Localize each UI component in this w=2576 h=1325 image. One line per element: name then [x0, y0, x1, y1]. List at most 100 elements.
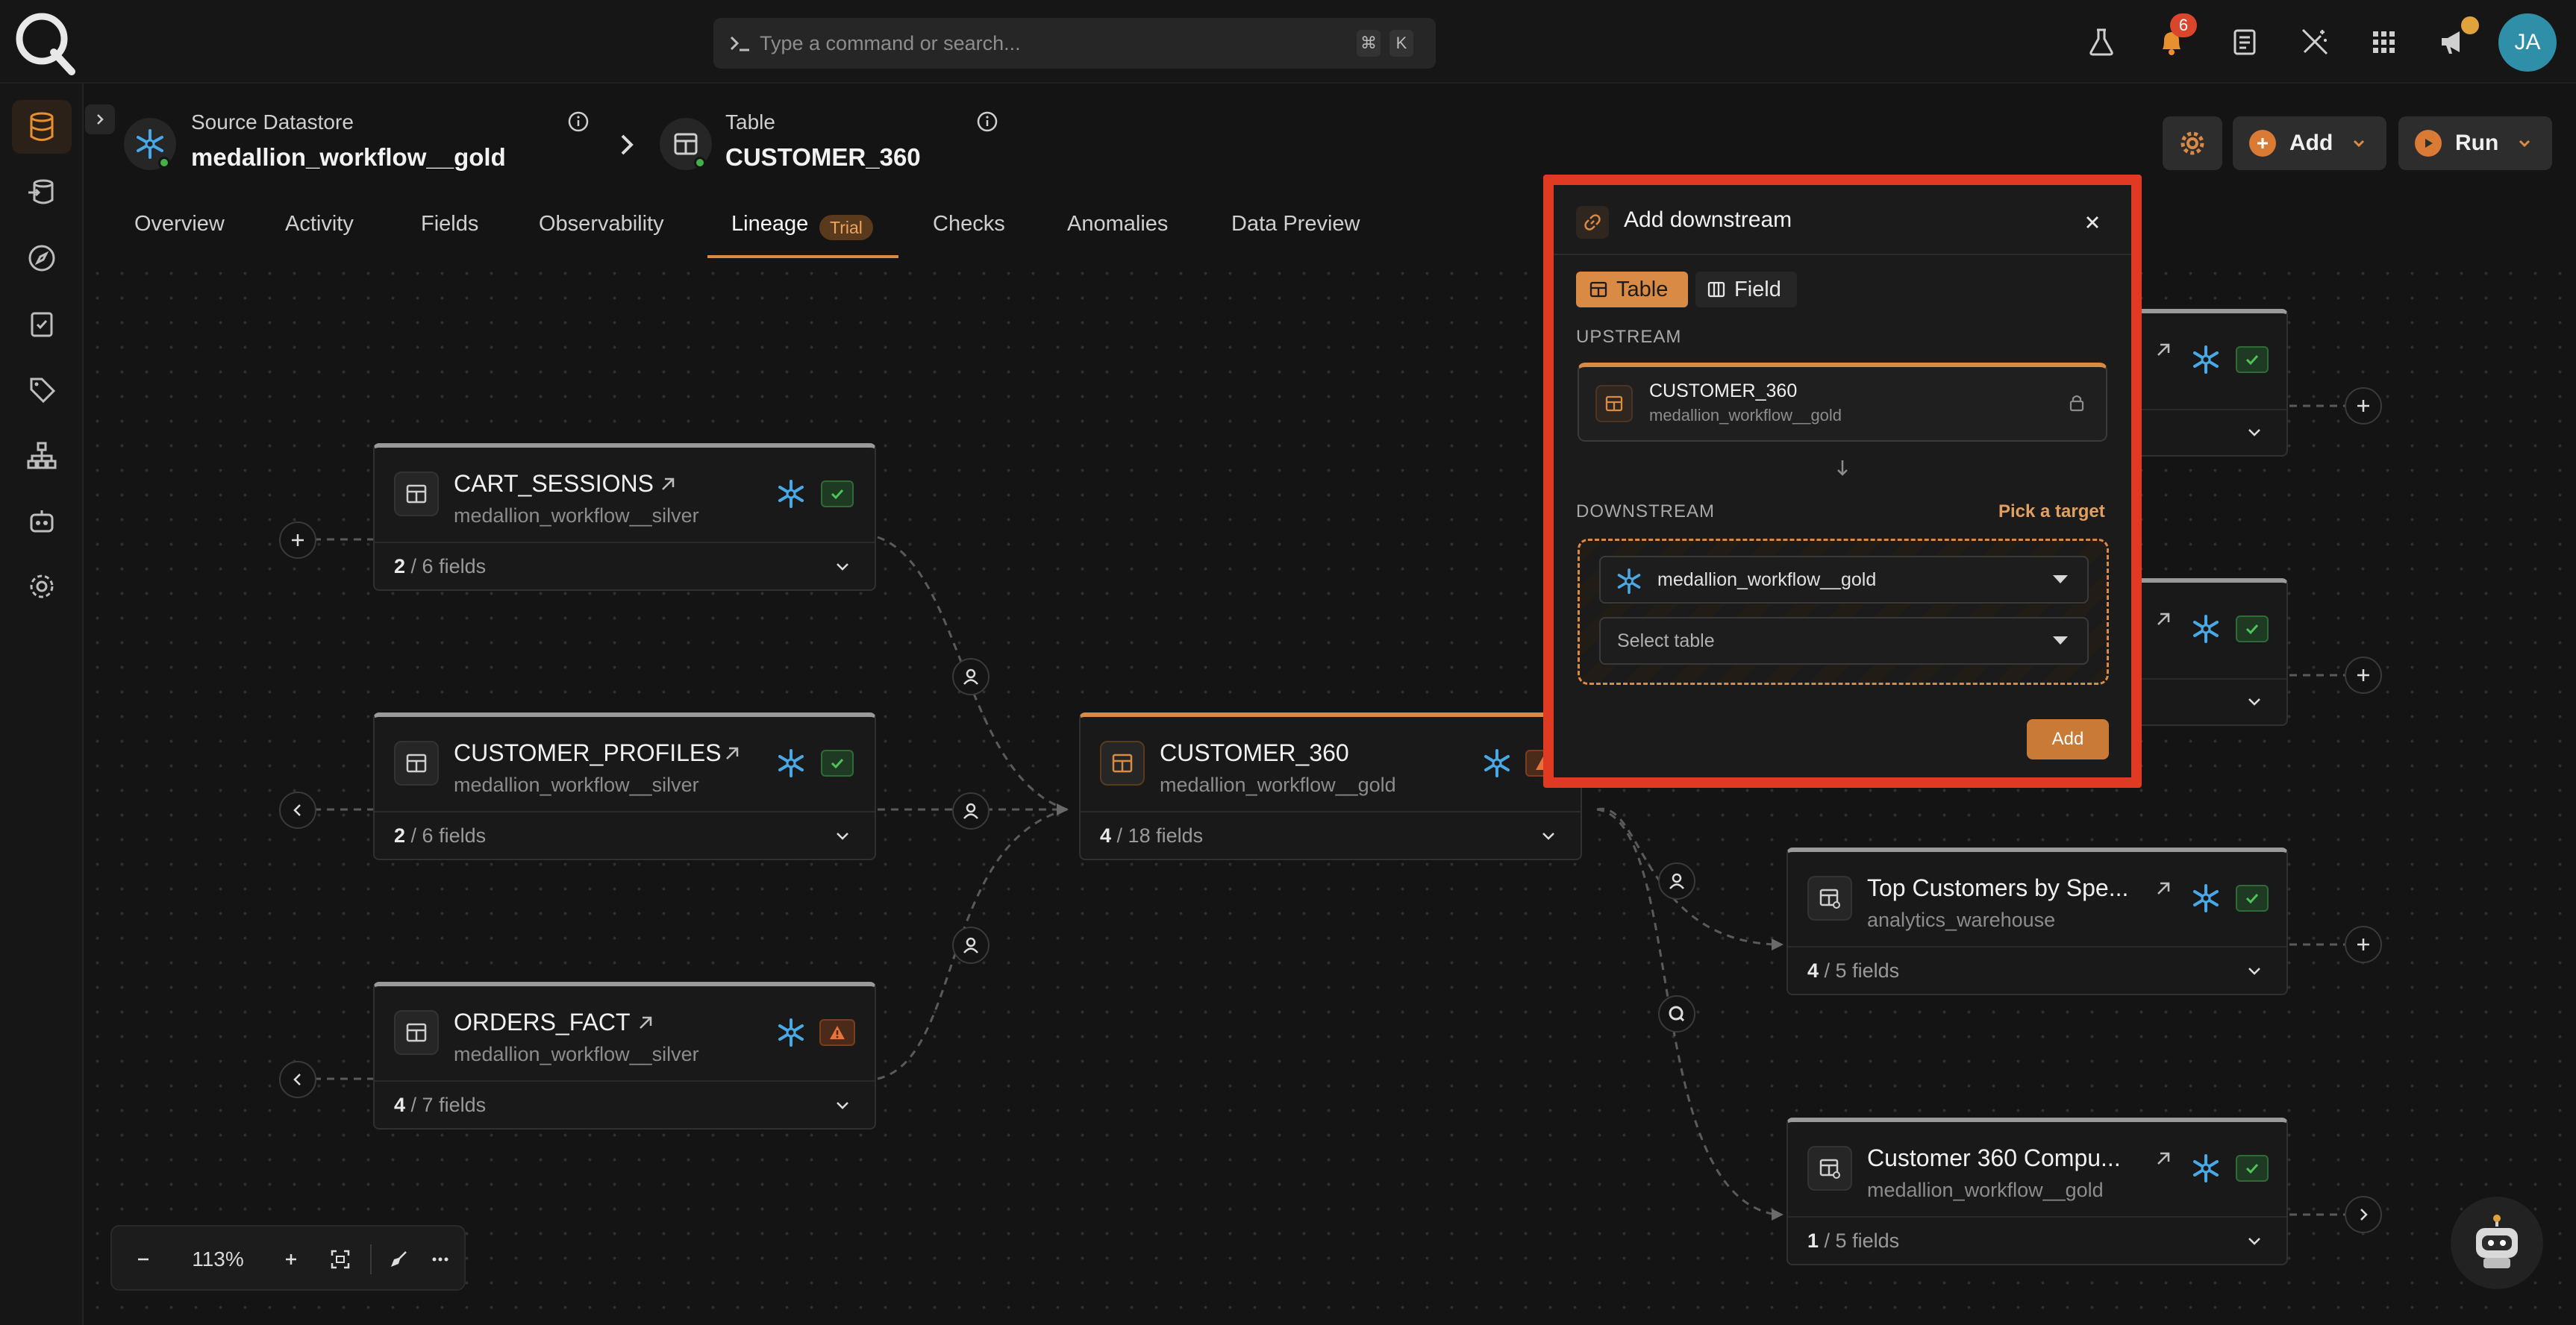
chevron-right-icon [2360, 1209, 2368, 1221]
chevron-down-icon [2248, 1238, 2260, 1245]
segment-field-label: Field [1734, 277, 1781, 301]
segment-table[interactable]: Table [1576, 272, 1688, 307]
collapse-upstream-button[interactable] [279, 1061, 316, 1098]
close-dialog-button[interactable] [2078, 207, 2107, 237]
fields-total: / 6 fields [410, 555, 487, 577]
check-passed-badge [821, 750, 854, 777]
fields-shown-count: 1 [1807, 1230, 1819, 1252]
external-link-icon [726, 747, 739, 759]
table-select[interactable]: Select table [1599, 617, 2089, 665]
lineage-node-customer-360-computed[interactable]: Customer 360 Compu... medallion_workflow… [1786, 1118, 2288, 1265]
edge-user-marker[interactable] [952, 792, 990, 830]
downstream-drop-zone[interactable]: medallion_workflow__gold Select table [1578, 539, 2109, 685]
table-icon [394, 1010, 439, 1055]
node-datastore: analytics_warehouse [1867, 909, 2056, 931]
expand-upstream-plus-button[interactable] [279, 521, 316, 559]
assistant-bot-button[interactable] [2451, 1197, 2543, 1289]
user-icon [1669, 873, 1684, 889]
lineage-node-cart-sessions[interactable]: CART_SESSIONS medallion_workflow__silver… [373, 443, 876, 591]
dialog-title: Add downstream [1624, 207, 1792, 232]
lineage-node-customer-360[interactable]: CUSTOMER_360 medallion_workflow__gold 4 … [1079, 712, 1582, 860]
expand-downstream-plus-button[interactable] [2345, 926, 2382, 963]
edge-user-marker[interactable] [1658, 862, 1695, 900]
segment-field[interactable]: Field [1695, 272, 1797, 307]
plus-icon [292, 534, 304, 546]
anomaly-warning-badge [819, 1019, 855, 1046]
check-passed-badge [821, 480, 854, 507]
node-title: Top Customers by Spe... [1867, 874, 2129, 901]
collapse-downstream-button[interactable] [2345, 1196, 2382, 1233]
chevron-down-icon [837, 563, 848, 571]
lineage-node-orders-fact[interactable]: ORDERS_FACT medallion_workflow__silver 4… [373, 982, 876, 1130]
fields-shown-count: 4 [1100, 824, 1112, 847]
datastore-select[interactable]: medallion_workflow__gold [1599, 556, 2089, 604]
expand-downstream-plus-button[interactable] [2345, 387, 2382, 425]
fit-screen-icon [331, 1250, 350, 1269]
snowflake-icon [2193, 345, 2219, 374]
user-icon [963, 937, 978, 953]
fit-view-button[interactable] [324, 1227, 357, 1292]
snowflake-icon [2193, 884, 2219, 912]
link-icon [1576, 206, 1609, 239]
plus-icon [286, 1254, 296, 1265]
fields-shown-count: 4 [394, 1094, 406, 1116]
chevron-down-icon [1542, 833, 1554, 840]
edge-qualytics-marker[interactable] [1658, 995, 1695, 1033]
pick-target-hint: Pick a target [1998, 501, 2105, 521]
expand-downstream-plus-button[interactable] [2345, 657, 2382, 694]
table-icon [394, 472, 439, 516]
broom-icon [391, 1251, 407, 1267]
edge-user-marker[interactable] [952, 658, 990, 695]
fields-total: / 6 fields [410, 824, 487, 847]
snowflake-icon [778, 749, 804, 777]
minus-icon [138, 1258, 149, 1261]
snowflake-icon [2193, 1154, 2219, 1183]
check-passed-badge [2236, 615, 2269, 642]
dropdown-caret-icon [2053, 575, 2068, 583]
snowflake-icon [778, 1018, 804, 1047]
snowflake-icon [1617, 568, 1641, 595]
zoom-out-button[interactable] [127, 1227, 160, 1292]
node-title: Customer 360 Compu... [1867, 1144, 2121, 1171]
chevron-down-icon [2248, 429, 2260, 436]
check-icon [2245, 624, 2259, 635]
more-options-button[interactable] [424, 1227, 457, 1292]
node-title: CART_SESSIONS [454, 470, 654, 497]
lineage-node-customer-profiles[interactable]: CUSTOMER_PROFILES medallion_workflow__si… [373, 712, 876, 860]
datastore-select-value: medallion_workflow__gold [1657, 569, 1877, 590]
check-icon [2245, 1163, 2259, 1174]
fields-shown-count: 4 [1807, 959, 1819, 982]
canvas-zoom-toolbar: 113% [110, 1225, 466, 1291]
fields-total: / 18 fields [1116, 824, 1204, 847]
tidy-layout-button[interactable] [382, 1227, 415, 1292]
external-link-icon [2157, 882, 2170, 895]
warning-icon [830, 1026, 845, 1039]
user-icon [963, 668, 978, 685]
chevron-down-icon [2248, 698, 2260, 706]
chevron-down-icon [837, 833, 848, 840]
upstream-datastore-name: medallion_workflow__gold [1649, 406, 1842, 425]
snowflake-icon [2193, 615, 2219, 643]
external-link-icon [2157, 343, 2170, 356]
plus-icon [2357, 669, 2369, 681]
table-icon [1100, 741, 1145, 786]
external-link-icon [640, 1016, 652, 1029]
check-icon [831, 758, 844, 769]
upstream-card: CUSTOMER_360 medallion_workflow__gold [1578, 363, 2107, 442]
fields-total: / 5 fields [1824, 1230, 1900, 1252]
dialog-add-button[interactable]: Add [2027, 719, 2109, 759]
node-title: CUSTOMER_PROFILES [454, 739, 722, 766]
user-icon [963, 803, 978, 819]
table-select-placeholder: Select table [1617, 630, 1715, 651]
zoom-in-button[interactable] [275, 1227, 307, 1292]
table-icon [1589, 281, 1607, 298]
external-link-icon [662, 477, 675, 490]
fields-total: / 5 fields [1824, 959, 1900, 982]
edge-user-marker[interactable] [952, 927, 990, 964]
check-passed-badge [2236, 1155, 2269, 1182]
downstream-section-label: DOWNSTREAM [1576, 501, 1715, 521]
more-horizontal-icon [432, 1257, 448, 1262]
collapse-upstream-button[interactable] [279, 792, 316, 829]
lineage-node-top-customers[interactable]: Top Customers by Spe... analytics_wareho… [1786, 848, 2288, 995]
chevron-left-icon [293, 804, 301, 816]
